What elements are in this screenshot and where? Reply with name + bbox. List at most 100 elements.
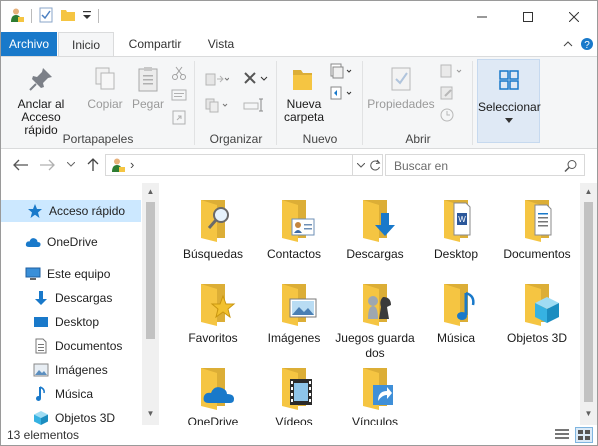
help-button[interactable]: ?: [579, 36, 595, 52]
music-folder-icon: [432, 279, 480, 327]
nav-item-imagenes[interactable]: Imágenes: [1, 359, 141, 381]
folder-label: Contactos: [266, 247, 322, 261]
folder-label: Objetos 3D: [506, 331, 568, 345]
maximize-icon: [523, 11, 533, 22]
user-folder-icon: [112, 158, 125, 172]
folder-label: Descargas: [346, 247, 404, 261]
select-label: Seleccionar: [478, 100, 541, 114]
tab-inicio[interactable]: Inicio: [58, 32, 114, 57]
scroll-down-arrow-icon[interactable]: ▼: [580, 405, 597, 422]
folder-objetos-3d[interactable]: Objetos 3D: [497, 279, 577, 346]
scissors-icon: [172, 66, 186, 80]
rename-button[interactable]: [243, 97, 267, 113]
paste-label: Pegar: [131, 97, 165, 111]
properties-checkbox-icon[interactable]: [38, 7, 54, 26]
folder-juegos-guardados[interactable]: Juegos guardados: [335, 279, 415, 361]
folder-label: Desktop: [433, 247, 479, 261]
ribbon: Anclar al Acceso rápido Copiar Pegar Port…: [1, 56, 597, 149]
back-button[interactable]: [13, 157, 29, 173]
copy-to-button[interactable]: [205, 97, 229, 113]
tab-vista[interactable]: Vista: [197, 32, 245, 56]
nav-item-label: OneDrive: [47, 235, 98, 249]
nav-item-musica[interactable]: Música: [1, 383, 141, 405]
nav-item-label: Música: [55, 387, 94, 401]
search-input[interactable]: Buscar en: [385, 154, 585, 176]
content-scrollbar[interactable]: ▲ ▼: [580, 183, 597, 425]
maximize-button[interactable]: [505, 1, 551, 32]
scrollbar-thumb[interactable]: [584, 202, 593, 402]
folder-descargas[interactable]: Descargas: [335, 195, 415, 262]
history-icon: [440, 108, 454, 122]
saved-games-folder-icon: [351, 279, 399, 327]
select-button[interactable]: Seleccionar: [477, 59, 541, 143]
edit-button[interactable]: [439, 85, 455, 101]
scroll-up-arrow-icon[interactable]: ▲: [580, 183, 597, 200]
paste-shortcut-button[interactable]: [171, 109, 187, 125]
group-separator: [472, 61, 473, 145]
folder-musica[interactable]: Música: [416, 279, 496, 346]
nav-item-desktop[interactable]: Desktop: [1, 311, 141, 333]
nav-pane-scrollbar[interactable]: ▲ ▼: [142, 183, 159, 425]
onedrive-folder-icon: [189, 363, 237, 411]
folder-onedrive[interactable]: OneDrive: [173, 363, 253, 430]
address-bar[interactable]: ›: [105, 154, 353, 176]
pin-to-quick-access-button[interactable]: Anclar al Acceso rápido: [5, 65, 77, 137]
folder-favoritos[interactable]: Favoritos: [173, 279, 253, 346]
videos-folder-icon: [270, 363, 318, 411]
tab-compartir[interactable]: Compartir: [119, 32, 191, 56]
folder-contactos[interactable]: Contactos: [254, 195, 334, 262]
tab-archivo[interactable]: Archivo: [1, 32, 57, 56]
up-button[interactable]: [85, 157, 101, 173]
folder-vinculos[interactable]: Vínculos: [335, 363, 415, 430]
up-arrow-icon: [87, 158, 99, 171]
history-button[interactable]: [439, 107, 455, 123]
paste-icon: [138, 67, 158, 92]
copy-path-button[interactable]: [171, 87, 187, 103]
scroll-up-arrow-icon[interactable]: ▲: [142, 183, 159, 200]
minimize-ribbon-button[interactable]: [561, 36, 575, 52]
user-folder-icon[interactable]: [9, 7, 25, 26]
nav-item-descargas[interactable]: Descargas: [1, 287, 141, 309]
customize-qat-icon[interactable]: [82, 9, 92, 24]
delete-button[interactable]: [243, 71, 269, 87]
large-icons-view-button[interactable]: [575, 427, 593, 443]
cut-button[interactable]: [171, 65, 187, 81]
copy-button[interactable]: Copiar: [85, 65, 125, 111]
folder-busquedas[interactable]: Búsquedas: [173, 195, 253, 262]
folder-videos[interactable]: Vídeos: [254, 363, 334, 430]
open-button[interactable]: [439, 63, 465, 79]
folder-imagenes[interactable]: Imágenes: [254, 279, 334, 346]
new-folder-big-icon: [293, 70, 312, 90]
close-button[interactable]: [551, 1, 597, 32]
new-item-button[interactable]: [329, 63, 353, 79]
folder-documentos[interactable]: Documentos: [497, 195, 577, 262]
nav-item-documentos[interactable]: Documentos: [1, 335, 141, 357]
details-view-button[interactable]: [555, 428, 571, 442]
nav-item-label: Este equipo: [47, 267, 111, 281]
paste-button[interactable]: Pegar: [129, 65, 167, 111]
scrollbar-thumb[interactable]: [146, 202, 155, 339]
new-folder-icon[interactable]: [60, 7, 76, 26]
breadcrumb-separator[interactable]: ›: [130, 157, 134, 172]
delete-x-icon: [244, 72, 268, 84]
nav-item-acceso-rapido[interactable]: Acceso rápido: [1, 200, 141, 222]
downloads-folder-icon: [351, 195, 399, 243]
properties-button[interactable]: Propiedades: [365, 65, 437, 111]
minimize-button[interactable]: [459, 1, 505, 32]
move-to-button[interactable]: [205, 71, 230, 87]
group-separator: [276, 61, 277, 145]
ribbon-tabs: Archivo Inicio Compartir Vista ?: [1, 32, 597, 57]
group-label-abrir: Abrir: [405, 132, 431, 146]
address-history-dropdown[interactable]: [353, 154, 383, 176]
nav-item-onedrive[interactable]: OneDrive: [1, 231, 141, 253]
nav-item-objetos-3d[interactable]: Objetos 3D: [1, 407, 141, 425]
new-folder-button[interactable]: Nueva carpeta: [281, 65, 327, 124]
scroll-down-arrow-icon[interactable]: ▼: [142, 405, 159, 422]
back-arrow-icon: [13, 159, 28, 171]
nav-item-este-equipo[interactable]: Este equipo: [1, 263, 141, 285]
easy-access-button[interactable]: [329, 85, 353, 101]
folder-desktop[interactable]: W Desktop: [416, 195, 496, 262]
forward-button[interactable]: [39, 157, 55, 173]
desktop-icon: [33, 314, 49, 330]
recent-locations-button[interactable]: [65, 157, 77, 173]
